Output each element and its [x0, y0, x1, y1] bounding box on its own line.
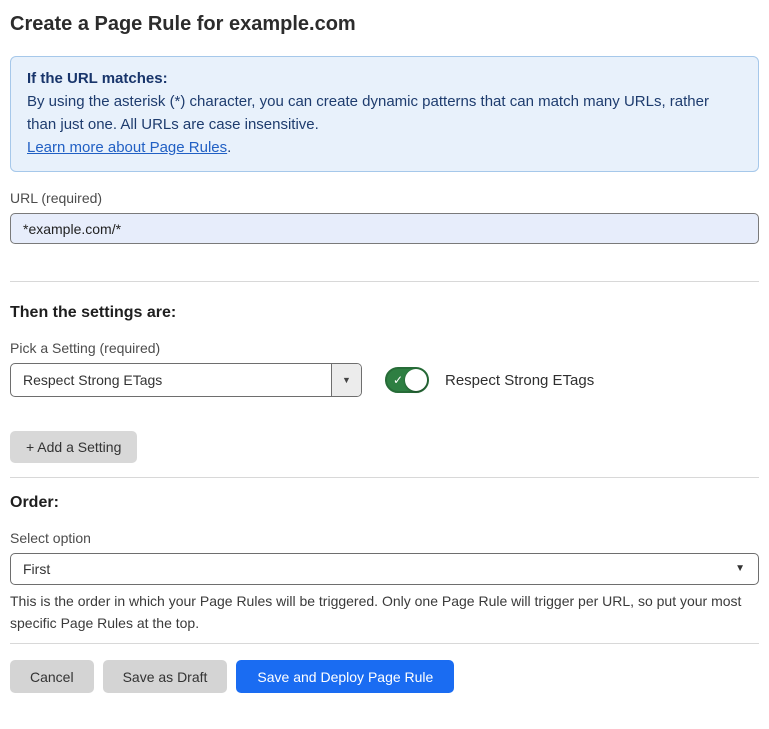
- divider: [10, 477, 759, 478]
- setting-toggle-label: Respect Strong ETags: [445, 372, 594, 389]
- page-title: Create a Page Rule for example.com: [10, 11, 759, 37]
- divider: [10, 643, 759, 644]
- setting-row: Respect Strong ETags ▼ ✓ Respect Strong …: [10, 363, 759, 397]
- settings-heading: Then the settings are:: [10, 303, 759, 322]
- setting-select-value: Respect Strong ETags: [11, 364, 331, 396]
- save-and-deploy-button[interactable]: Save and Deploy Page Rule: [236, 660, 454, 693]
- order-select-label: Select option: [10, 530, 759, 547]
- order-select[interactable]: First ▼: [10, 553, 759, 585]
- info-box-link-row: Learn more about Page Rules.: [27, 136, 742, 159]
- select-chevron-icon: ▼: [735, 564, 745, 574]
- page-rule-form: Create a Page Rule for example.com If th…: [0, 11, 769, 693]
- add-setting-button[interactable]: + Add a Setting: [10, 431, 137, 463]
- info-box-body: By using the asterisk (*) character, you…: [27, 90, 742, 136]
- setting-select[interactable]: Respect Strong ETags ▼: [10, 363, 362, 397]
- toggle-knob: [405, 369, 427, 391]
- setting-toggle[interactable]: ✓: [385, 367, 429, 393]
- pick-setting-label: Pick a Setting (required): [10, 340, 759, 357]
- learn-more-link[interactable]: Learn more about Page Rules: [27, 139, 227, 156]
- toggle-check-icon: ✓: [393, 374, 403, 386]
- url-match-info-box: If the URL matches: By using the asteris…: [10, 56, 759, 172]
- url-label: URL (required): [10, 190, 759, 207]
- order-help-text: This is the order in which your Page Rul…: [10, 590, 759, 634]
- order-heading: Order:: [10, 493, 759, 512]
- setting-select-arrow-button[interactable]: ▼: [331, 364, 361, 396]
- dropdown-arrow-icon: ▼: [342, 376, 351, 385]
- info-box-heading: If the URL matches:: [27, 67, 742, 90]
- url-input[interactable]: [10, 213, 759, 244]
- save-as-draft-button[interactable]: Save as Draft: [103, 660, 228, 693]
- order-select-value: First: [23, 561, 50, 577]
- footer-actions: Cancel Save as Draft Save and Deploy Pag…: [10, 660, 759, 693]
- cancel-button[interactable]: Cancel: [10, 660, 94, 693]
- divider: [10, 281, 759, 282]
- link-suffix: .: [227, 139, 231, 156]
